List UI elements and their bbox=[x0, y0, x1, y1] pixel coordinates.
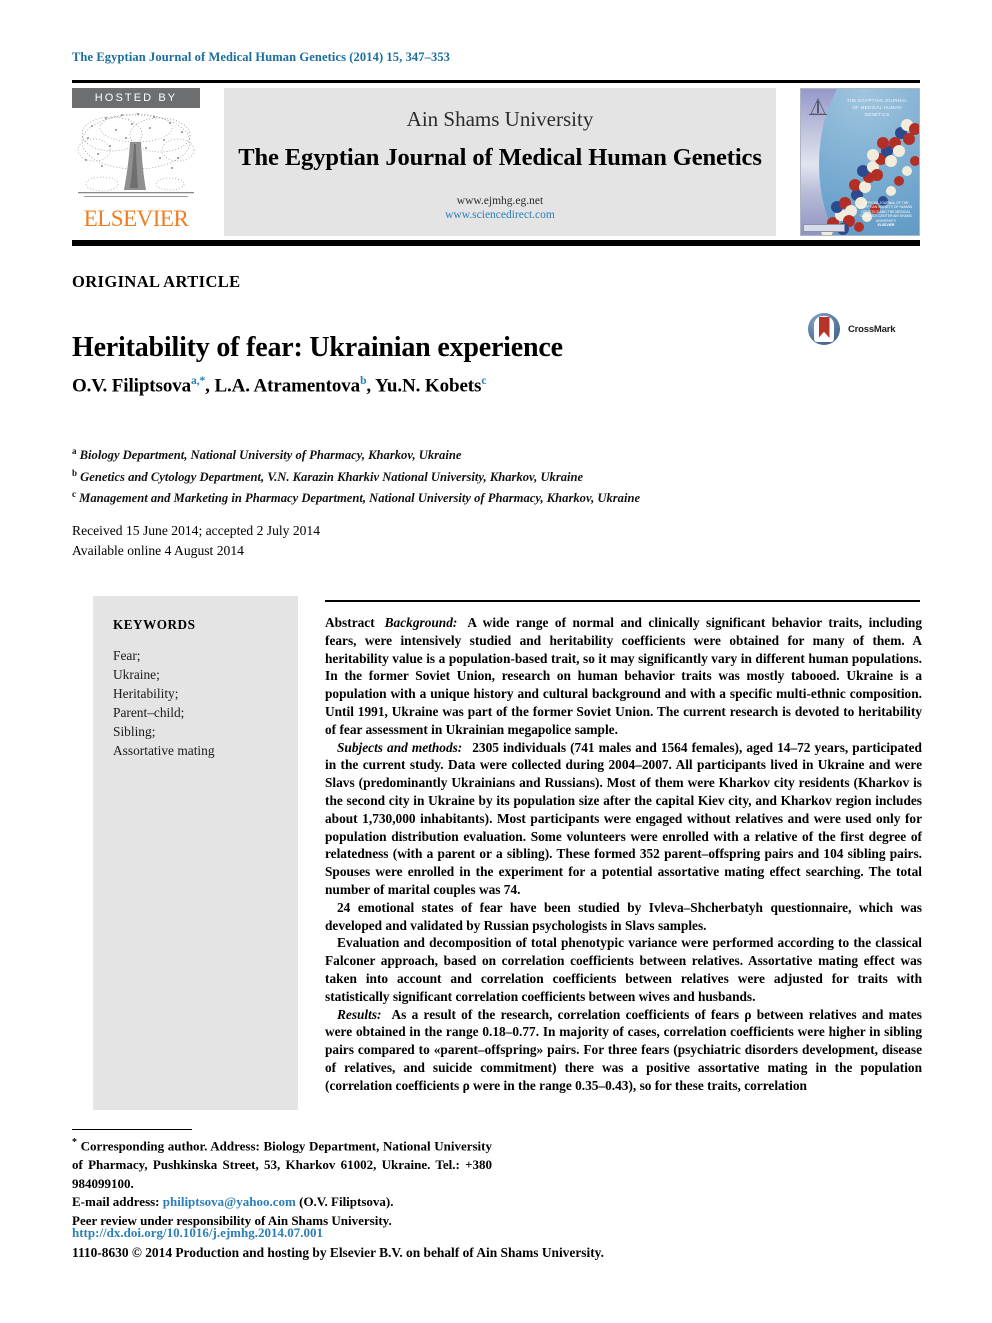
header-rule-bottom bbox=[72, 240, 920, 246]
affiliation-text-c: Management and Marketing in Pharmacy Dep… bbox=[79, 491, 641, 506]
abstract-para3-text: 24 emotional states of fear have been st… bbox=[325, 899, 922, 933]
affiliation-list: a Biology Department, National Universit… bbox=[72, 443, 922, 508]
cover-title-text: THE EGYPTIAN JOURNAL OF MEDICAL HUMAN GE… bbox=[837, 97, 917, 118]
corresponding-author-note: * Corresponding author. Address: Biology… bbox=[72, 1134, 492, 1193]
email-owner: (O.V. Filiptsova). bbox=[299, 1194, 394, 1210]
author-marks-3: c bbox=[481, 375, 487, 387]
journal-cover-thumbnail: THE EGYPTIAN JOURNAL OF MEDICAL HUMAN GE… bbox=[800, 88, 920, 236]
article-type-label: ORIGINAL ARTICLE bbox=[72, 272, 241, 291]
cover-title-line2: OF MEDICAL HUMAN bbox=[852, 105, 902, 110]
copyright-line: 1110-8630 © 2014 Production and hosting … bbox=[72, 1245, 604, 1260]
article-dates: Received 15 June 2014; accepted 2 July 2… bbox=[72, 521, 320, 561]
email-address-link[interactable]: philiptsova@yahoo.com bbox=[163, 1194, 296, 1209]
abstract-paragraph-analysis: Evaluation and decomposition of total ph… bbox=[325, 934, 922, 1005]
abstract-paragraph-results: Results: As a result of the research, cor… bbox=[325, 1006, 922, 1095]
society-logo-icon bbox=[809, 98, 827, 115]
footnote-rule bbox=[72, 1129, 192, 1131]
abstract-results-text: As a result of the research, correlation… bbox=[325, 1006, 922, 1093]
doi-link[interactable]: http://dx.doi.org/10.1016/j.ejmhg.2014.0… bbox=[72, 1225, 323, 1241]
received-accepted-line: Received 15 June 2014; accepted 2 July 2… bbox=[72, 523, 321, 538]
affiliation-item: c Management and Marketing in Pharmacy D… bbox=[72, 486, 922, 508]
author-list: O.V. Filiptsovaa,*, L.A. Atramentovab, Y… bbox=[72, 375, 487, 397]
abstract-paragraph-background: Abstract Background: A wide range of norma… bbox=[325, 614, 922, 739]
journal-title-panel: Ain Shams University The Egyptian Journa… bbox=[224, 88, 776, 236]
abstract-paragraph-questionnaire: 24 emotional states of fear have been st… bbox=[325, 899, 922, 935]
email-label: E-mail address: bbox=[72, 1194, 160, 1210]
keywords-heading: KEYWORDS bbox=[113, 617, 196, 632]
affiliation-mark-a: a bbox=[72, 446, 77, 456]
abstract-body: Abstract Background: A wide range of norma… bbox=[325, 614, 922, 1095]
hosted-by-badge: HOSTED BY bbox=[72, 88, 200, 108]
journal-header-banner: HOSTED BY ELSEVIER Ain Shams University … bbox=[72, 86, 920, 238]
corresponding-marker: * bbox=[72, 1137, 77, 1148]
abstract-subjects-text: 2305 individuals (741 males and 1564 fem… bbox=[325, 739, 922, 897]
cover-title-line1: THE EGYPTIAN JOURNAL bbox=[846, 98, 908, 103]
elsevier-logo-block: HOSTED BY ELSEVIER bbox=[72, 88, 200, 238]
crossmark-icon bbox=[808, 313, 840, 345]
cover-footer-brand: ELSEVIER bbox=[877, 223, 895, 228]
article-title: Heritability of fear: Ukrainian experien… bbox=[72, 331, 563, 363]
crossmark-label: CrossMark bbox=[848, 324, 896, 335]
author-marks-1: a,* bbox=[191, 375, 206, 387]
affiliation-text-a: Biology Department, National University … bbox=[79, 448, 462, 463]
abstract-subjects-label: Subjects and methods: bbox=[337, 739, 463, 755]
abstract-paragraph-subjects: Subjects and methods: 2305 individuals (7… bbox=[325, 739, 922, 899]
abstract-label: Abstract bbox=[325, 615, 375, 630]
cover-footer-line: OFFICIAL JOURNAL OF THE EGYPTIAN SOCIETY… bbox=[860, 201, 912, 223]
corresponding-author-text: Corresponding author. Address: Biology D… bbox=[72, 1138, 492, 1191]
cover-bottom-bar bbox=[803, 224, 845, 232]
author-name-2: L.A. Atramentova bbox=[214, 375, 361, 397]
running-head: The Egyptian Journal of Medical Human Ge… bbox=[72, 50, 451, 64]
crossmark-badge[interactable]: CrossMark bbox=[808, 313, 920, 347]
sciencedirect-url[interactable]: www.sciencedirect.com bbox=[224, 208, 776, 222]
abstract-background-label: Background: bbox=[384, 615, 458, 630]
affiliation-mark-c: c bbox=[72, 489, 76, 500]
email-note: E-mail address: philiptsova@yahoo.com (O… bbox=[72, 1193, 492, 1212]
journal-website-url[interactable]: www.ejmhg.eg.net bbox=[224, 194, 776, 208]
elsevier-tree-icon bbox=[72, 108, 200, 206]
affiliation-item: b Genetics and Cytology Department, V.N.… bbox=[72, 465, 922, 487]
article-page: The Egyptian Journal of Medical Human Ge… bbox=[0, 0, 992, 1323]
author-marks-2: b bbox=[360, 375, 367, 387]
header-rule-top bbox=[72, 80, 920, 83]
elsevier-wordmark: ELSEVIER bbox=[83, 206, 189, 231]
journal-title: The Egyptian Journal of Medical Human Ge… bbox=[238, 144, 762, 171]
keywords-list: Fear; Ukraine; Heritability; Parent–chil… bbox=[113, 648, 215, 758]
affiliation-text-b: Genetics and Cytology Department, V.N. K… bbox=[80, 469, 584, 484]
available-online-line: Available online 4 August 2014 bbox=[72, 543, 244, 558]
author-name-1: O.V. Filiptsova bbox=[72, 375, 192, 397]
abstract-background-text: A wide range of normal and clinically si… bbox=[325, 615, 922, 737]
author-name-3: Yu.N. Kobets bbox=[374, 375, 482, 397]
university-name: Ain Shams University bbox=[406, 107, 594, 131]
abstract-results-label: Results: bbox=[337, 1006, 382, 1022]
affiliation-item: a Biology Department, National Universit… bbox=[72, 443, 922, 465]
affiliation-mark-b: b bbox=[72, 467, 78, 478]
cover-footer-text: OFFICIAL JOURNAL OF THE EGYPTIAN SOCIETY… bbox=[857, 201, 915, 227]
abstract-rule bbox=[325, 600, 920, 603]
footnote-block: * Corresponding author. Address: Biology… bbox=[72, 1134, 492, 1230]
abstract-para4-text: Evaluation and decomposition of total ph… bbox=[325, 935, 922, 1004]
